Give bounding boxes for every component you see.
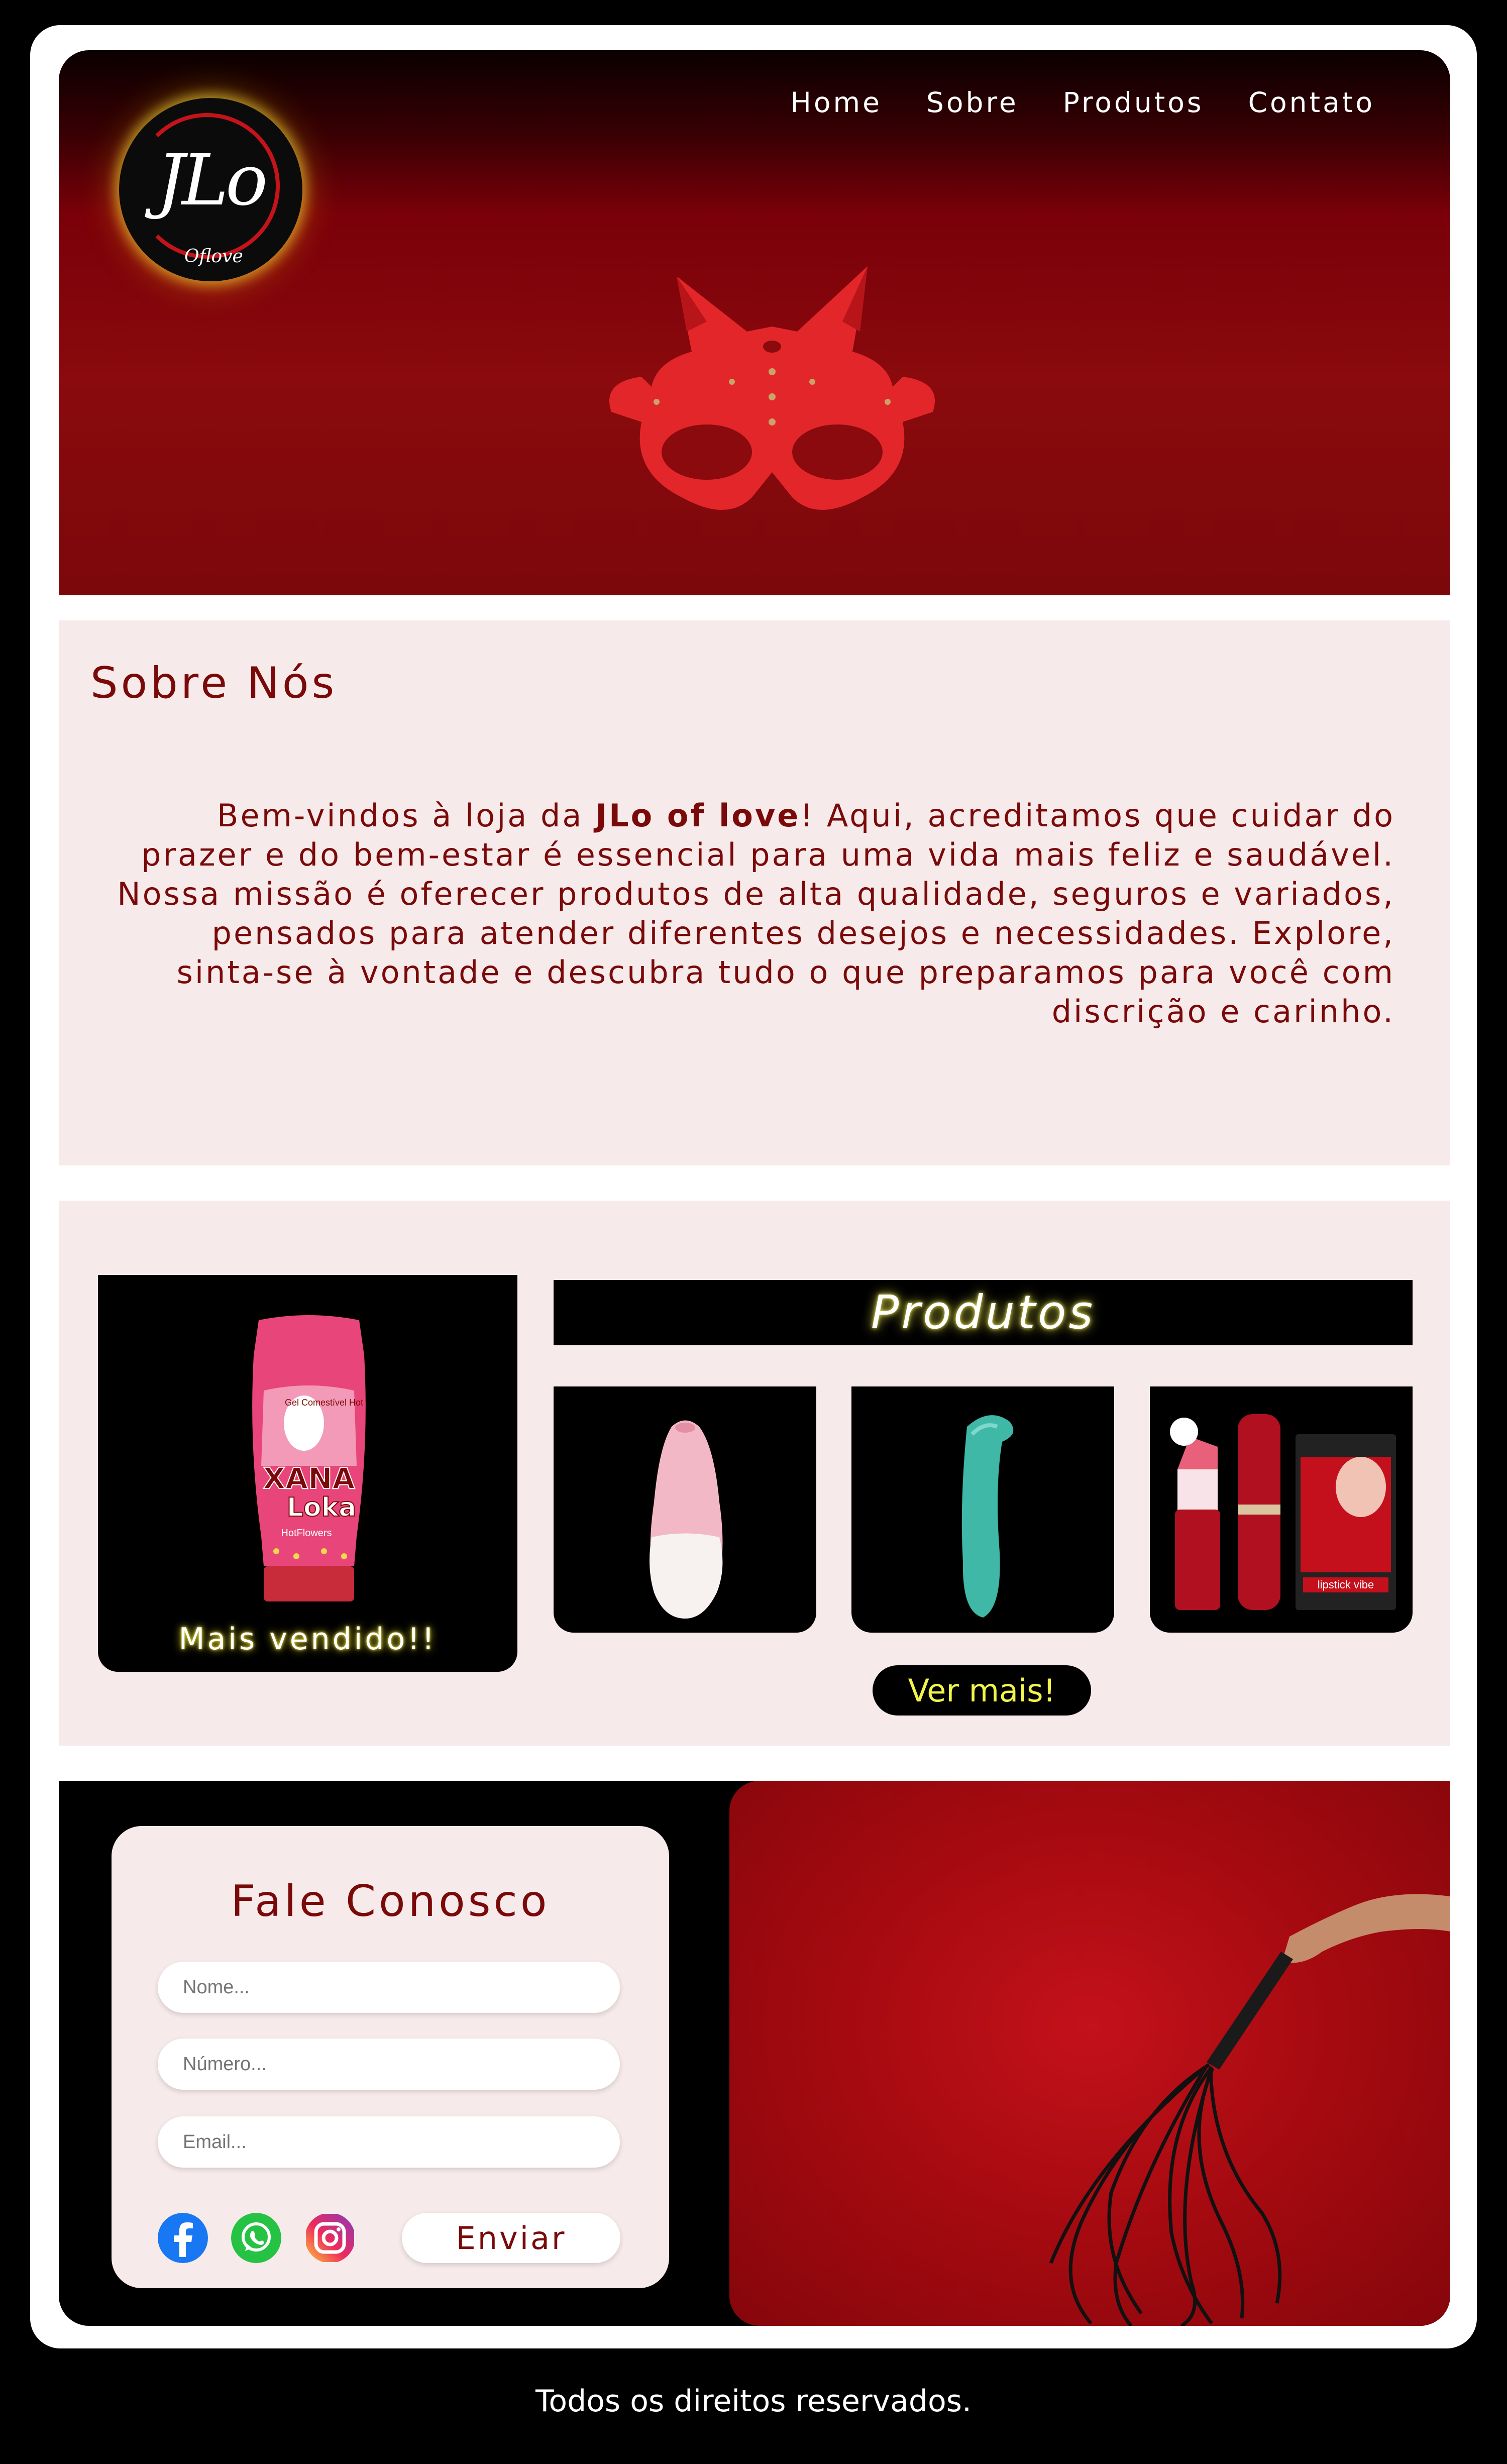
whatsapp-icon[interactable] [231,2213,281,2263]
cat-mask-image [609,266,935,510]
product-card[interactable] [554,1386,816,1633]
about-text: Bem-vindos à loja da JLo of love! Aqui, … [106,796,1395,1031]
products-title: Produtos [554,1280,1413,1345]
best-seller-label: Mais vendido!! [178,1622,437,1657]
nav-home[interactable]: Home [791,86,882,119]
product-card[interactable]: lipstick vibe [1150,1386,1413,1633]
product-image-teal-toy [961,1415,1014,1618]
contact-section: Fale Conosco Enviar [59,1781,1450,2326]
number-field[interactable] [158,2039,620,2090]
whip-photo [729,1781,1450,2326]
email-field[interactable] [158,2116,620,2168]
contact-form: Fale Conosco Enviar [112,1826,669,2288]
product-card[interactable] [851,1386,1114,1633]
nav-sobre[interactable]: Sobre [926,86,1019,119]
lipstick-box-label: lipstick vibe [1318,1578,1374,1591]
about-brand: JLo of love [595,797,801,834]
about-section: Sobre Nós Bem-vindos à loja da JLo of lo… [59,620,1450,1165]
hero-banner: JLo Oflove Home Sobre Produtos Contato [59,50,1450,595]
main-nav: Home Sobre Produtos Contato [791,86,1375,119]
logo-text: JLo [156,140,268,222]
products-section: Gel Comestível Hot XANA Loka HotFlowers … [59,1201,1450,1746]
best-seller-pack-line-3: Loka [287,1492,357,1523]
jlo-logo[interactable]: JLo Oflove [119,98,302,281]
footer-text: Todos os direitos reservados. [535,2384,972,2419]
best-seller-card[interactable]: Gel Comestível Hot XANA Loka HotFlowers … [98,1275,517,1672]
submit-button[interactable]: Enviar [402,2213,620,2263]
best-seller-pack-line-2: XANA [263,1461,355,1495]
product-image-pink-toy [650,1420,723,1619]
best-seller-product-image: Gel Comestível Hot XANA Loka HotFlowers [252,1315,366,1601]
nav-contato[interactable]: Contato [1248,86,1375,119]
contact-title: Fale Conosco [231,1876,550,1926]
facebook-icon[interactable] [158,2213,208,2263]
product-image-lipstick-vibe: lipstick vibe [1170,1414,1396,1610]
about-title: Sobre Nós [90,658,338,708]
name-field[interactable] [158,1962,620,2013]
whip-image [1049,1894,1450,2326]
nav-produtos[interactable]: Produtos [1063,86,1204,119]
about-text-intro: Bem-vindos à loja da [217,797,596,834]
best-seller-pack-line-4: HotFlowers [281,1528,332,1539]
logo-subtext: Oflove [184,246,243,267]
best-seller-pack-line-1: Gel Comestível Hot [285,1398,363,1408]
see-more-button[interactable]: Ver mais! [873,1665,1091,1716]
instagram-icon[interactable] [305,2213,355,2263]
